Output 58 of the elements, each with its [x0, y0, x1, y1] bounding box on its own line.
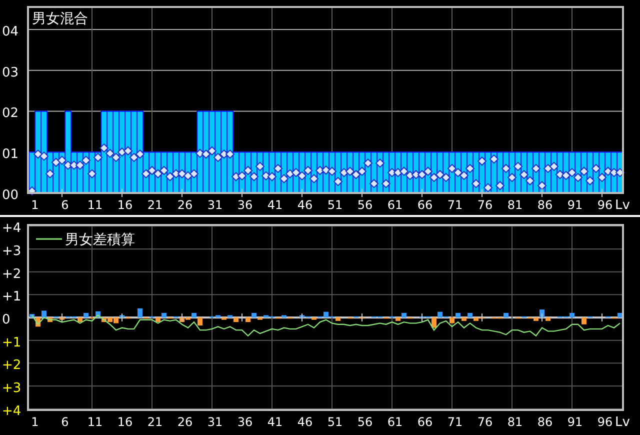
x-axis-label: 56 — [357, 198, 373, 212]
x-axis-label: 61 — [387, 415, 403, 429]
x-axis-label: 66 — [417, 198, 433, 212]
x-axis-label: 16 — [117, 415, 133, 429]
x-axis-label: 91 — [567, 415, 583, 429]
x-axis-label: 71 — [447, 198, 463, 212]
y-axis-label: 0 — [2, 312, 10, 328]
x-axis-label: 51 — [327, 415, 343, 429]
x-axis-label: 96 — [597, 198, 613, 212]
x-axis-label: 56 — [357, 415, 373, 429]
x-axis-label: 31 — [207, 415, 223, 429]
x-axis-label: 81 — [507, 198, 523, 212]
x-axis-label: 36 — [237, 415, 253, 429]
x-axis-label: 41 — [267, 415, 283, 429]
y-axis-label: +2 — [2, 358, 22, 374]
x-axis-label: 26 — [177, 415, 193, 429]
x-axis-label: 1 — [31, 198, 39, 212]
y-axis-label: +1 — [2, 290, 22, 305]
x-axis-label: 16 — [117, 198, 133, 212]
x-axis-label: 61 — [387, 198, 403, 212]
y-axis-label: +4 — [2, 221, 22, 236]
x-axis-label: 46 — [297, 415, 313, 429]
x-axis-label: 51 — [327, 198, 343, 212]
x-axis-title: Lv — [615, 415, 630, 430]
y-axis-label: +1 — [2, 335, 22, 350]
x-axis-label: 26 — [177, 198, 193, 212]
y-axis-label: +3 — [2, 381, 22, 396]
x-axis-label: 41 — [267, 198, 283, 212]
x-axis-title: Lv — [615, 198, 630, 213]
x-axis-label: 91 — [567, 198, 583, 212]
x-axis-label: 86 — [537, 415, 553, 429]
x-axis-label: 31 — [207, 198, 223, 212]
y-axis-label: 04 — [2, 24, 19, 40]
x-axis-label: 96 — [597, 415, 613, 429]
x-axis-label: 11 — [87, 198, 103, 212]
x-axis-label: 76 — [477, 415, 493, 429]
y-axis-label: +3 — [2, 244, 22, 259]
x-axis-label: 6 — [61, 415, 69, 429]
y-axis-label: +2 — [2, 266, 22, 282]
x-axis-label: 81 — [507, 415, 523, 429]
legend-label: 男女差積算 — [65, 232, 135, 248]
x-axis-label: 76 — [477, 198, 493, 212]
x-axis-label: 36 — [237, 198, 253, 212]
x-axis-label: 21 — [147, 198, 163, 212]
y-axis-label: 02 — [2, 106, 19, 122]
x-axis-label: 21 — [147, 415, 163, 429]
x-axis-label: 71 — [447, 415, 463, 429]
y-axis-label: 01 — [2, 147, 19, 162]
chart-title: 男女混合 — [32, 11, 88, 27]
x-axis-label: 66 — [417, 415, 433, 429]
y-axis-label: 00 — [2, 188, 19, 203]
x-axis-label: 46 — [297, 198, 313, 212]
y-axis-label: +4 — [2, 404, 22, 419]
y-axis-label: 03 — [2, 65, 19, 80]
x-axis-label: 11 — [87, 415, 103, 429]
x-axis-label: 86 — [537, 198, 553, 212]
x-axis-label: 6 — [61, 198, 69, 212]
x-axis-label: 1 — [31, 415, 39, 429]
